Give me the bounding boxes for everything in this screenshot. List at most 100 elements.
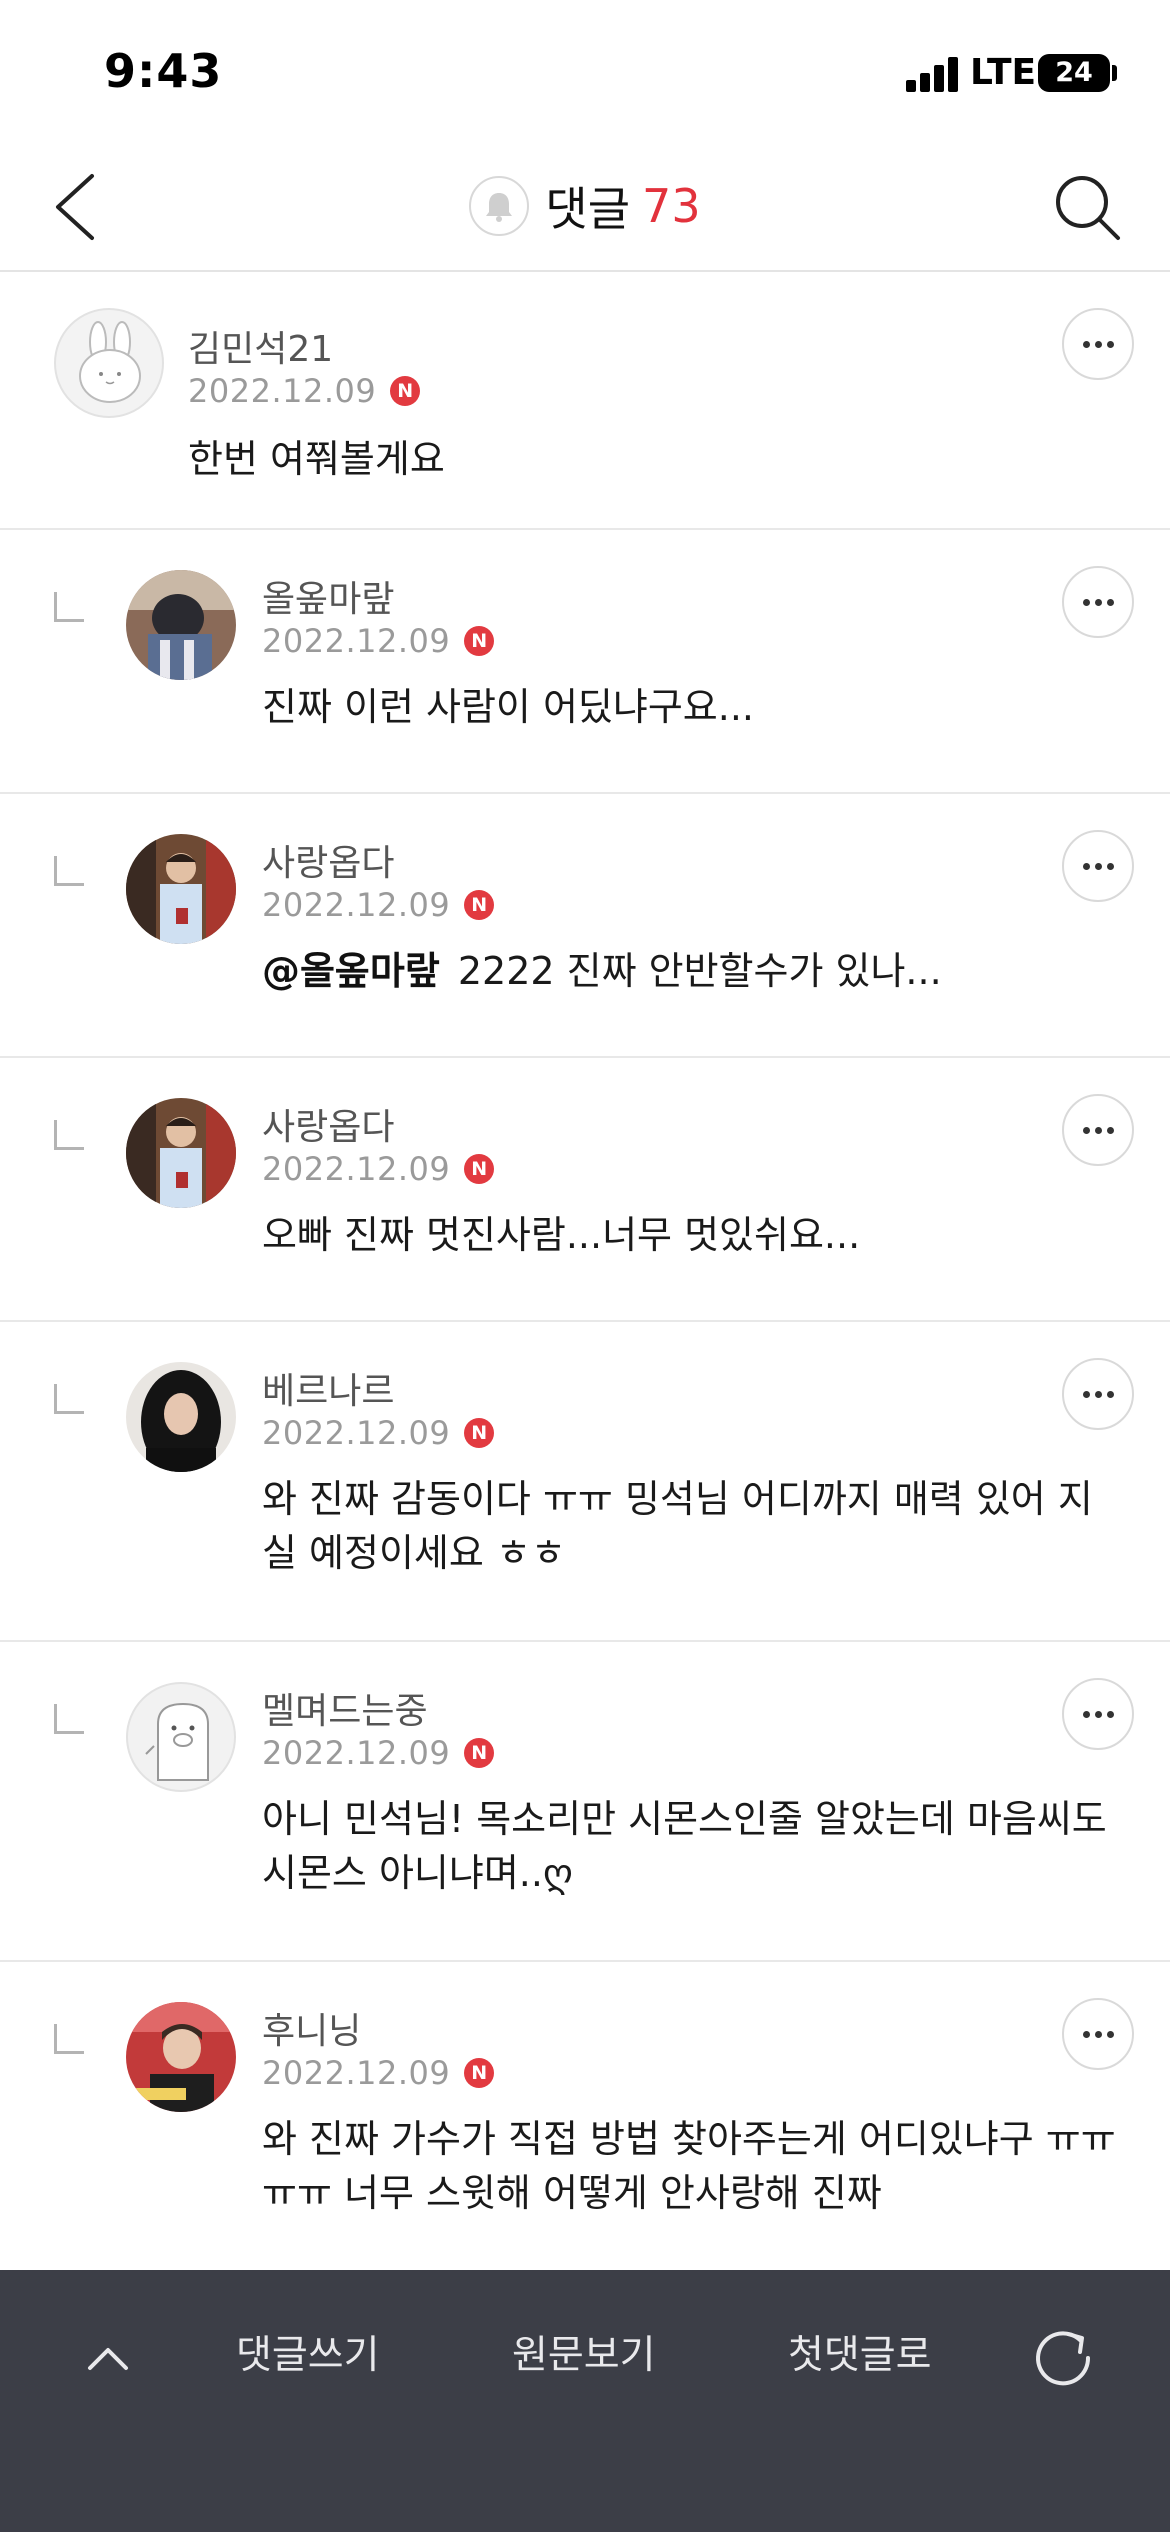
more-icon <box>1082 598 1090 606</box>
avatar <box>54 308 164 418</box>
comment-text-body: 2222 진짜 안반할수가 있나... <box>457 949 942 993</box>
more-icon <box>1082 1710 1090 1718</box>
header-title-group: 댓글 73 <box>0 140 1170 272</box>
view-original-button[interactable]: 원문보기 <box>512 2324 656 2380</box>
comment-item: 베르나르 2022.12.09 N 와 진짜 감동이다 ㅠㅠ 밍석님 어디까지 … <box>0 1322 1170 1642</box>
comment-text: 한번 여쭤볼게요 <box>188 437 445 481</box>
more-options-button[interactable] <box>1062 1358 1134 1430</box>
comment-date: 2022.12.09 <box>188 372 377 410</box>
new-badge: N <box>464 1154 495 1184</box>
more-icon <box>1082 1126 1090 1134</box>
avatar <box>126 1682 236 1792</box>
date-row: 2022.12.09 N <box>262 1734 495 1772</box>
more-options-button[interactable] <box>1062 1678 1134 1750</box>
avatar <box>126 1362 236 1472</box>
battery-icon: 24 <box>1038 54 1110 92</box>
bunny-avatar-icon <box>79 321 141 403</box>
new-badge: N <box>464 626 495 656</box>
date-row: 2022.12.09 N <box>262 2054 495 2092</box>
date-row: 2022.12.09 N <box>262 1150 495 1188</box>
author-name[interactable]: 베르나르 <box>262 1362 394 1414</box>
avatar <box>126 2002 236 2112</box>
photo-avatar-icon <box>126 834 236 944</box>
date-row: 2022.12.09 N <box>262 1414 495 1452</box>
search-icon <box>1056 176 1120 240</box>
author-name[interactable]: 후니닝 <box>262 2002 361 2054</box>
comment-item: 김민석21 2022.12.09 N 한번 여쭤볼게요 <box>0 272 1170 530</box>
comment-text: 와 진짜 감동이다 ㅠㅠ 밍석님 어디까지 매력 있어 지실 예정이세요 ㅎㅎ <box>262 1477 1093 1575</box>
more-options-button[interactable] <box>1062 1094 1134 1166</box>
photo-avatar-icon <box>126 1362 236 1472</box>
more-icon <box>1082 2030 1090 2038</box>
first-comment-button[interactable]: 첫댓글로 <box>788 2324 932 2380</box>
avatar <box>126 834 236 944</box>
photo-avatar-icon <box>126 1098 236 1208</box>
header: 댓글 73 <box>0 140 1170 272</box>
date-row: 2022.12.09 N <box>262 886 495 924</box>
more-options-button[interactable] <box>1062 308 1134 380</box>
author-name[interactable]: 사랑옵다 <box>262 834 394 886</box>
comment-date: 2022.12.09 <box>262 886 451 924</box>
comment-date: 2022.12.09 <box>262 1150 451 1188</box>
home-indicator <box>378 2226 794 2239</box>
signal-icon <box>906 56 960 92</box>
status-time: 9:43 <box>104 44 223 98</box>
comment-item: 멜며드는중 2022.12.09 N 아니 민석님! 목소리만 시몬스인줄 알았… <box>0 1642 1170 1962</box>
page-title: 댓글 <box>545 182 631 236</box>
bottom-toolbar: 댓글쓰기 원문보기 첫댓글로 <box>0 2270 1170 2532</box>
status-bar: 9:43 LTE 24 <box>0 0 1170 140</box>
search-button[interactable] <box>1048 168 1128 248</box>
notification-toggle[interactable] <box>469 176 530 236</box>
date-row: 2022.12.09 N <box>262 622 495 660</box>
comment-item: 사랑옵다 2022.12.09 N 오빠 진짜 멋진사람...너무 멋있쉬요..… <box>0 1058 1170 1322</box>
more-options-button[interactable] <box>1062 566 1134 638</box>
pig-avatar-icon <box>145 1702 209 1781</box>
more-options-button[interactable] <box>1062 830 1134 902</box>
author-name[interactable]: 올옾마랖 <box>262 570 394 622</box>
comment-list: 김민석21 2022.12.09 N 한번 여쭤볼게요 올옾마랖 2022.12… <box>0 272 1170 2272</box>
write-comment-button[interactable]: 댓글쓰기 <box>236 2324 380 2380</box>
comment-text: 아니 민석님! 목소리만 시몬스인줄 알았는데 마음씨도 시몬스 아니냐며..ღ <box>262 1797 1107 1895</box>
reply-indicator-icon <box>54 1704 84 1734</box>
date-row: 2022.12.09 N <box>188 372 421 410</box>
comment-date: 2022.12.09 <box>262 2054 451 2092</box>
comment-text: 진짜 이런 사람이 어딨냐구요... <box>262 685 754 729</box>
more-icon <box>1082 862 1090 870</box>
new-badge: N <box>390 376 421 406</box>
photo-avatar-icon <box>126 2002 236 2112</box>
refresh-button[interactable] <box>1028 2320 1098 2390</box>
comment-item: 올옾마랖 2022.12.09 N 진짜 이런 사람이 어딨냐구요... <box>0 530 1170 794</box>
comment-date: 2022.12.09 <box>262 1414 451 1452</box>
more-icon <box>1082 340 1090 348</box>
network-label: LTE <box>970 52 1037 93</box>
more-icon <box>1082 1390 1090 1398</box>
battery-cap <box>1112 65 1117 81</box>
comment-item: 사랑옵다 2022.12.09 N @올옾마랖 2222 진짜 안반할수가 있나.… <box>0 794 1170 1058</box>
refresh-icon <box>1036 2331 1091 2386</box>
bell-icon <box>486 193 513 222</box>
comment-date: 2022.12.09 <box>262 622 451 660</box>
author-name[interactable]: 김민석21 <box>188 320 333 372</box>
comment-text: 와 진짜 가수가 직접 방법 찾아주는게 어디있냐구 ㅠㅠㅠㅠ 너무 스윗해 어… <box>262 2117 1116 2215</box>
comment-text: 오빠 진짜 멋진사람...너무 멋있쉬요... <box>262 1213 861 1257</box>
comment-text: @올옾마랖 2222 진짜 안반할수가 있나... <box>262 944 1170 998</box>
new-badge: N <box>464 890 495 920</box>
new-badge: N <box>464 1418 495 1448</box>
new-badge: N <box>464 2058 495 2088</box>
photo-avatar-icon <box>126 570 236 680</box>
reply-indicator-icon <box>54 1384 84 1414</box>
author-name[interactable]: 사랑옵다 <box>262 1098 394 1150</box>
new-badge: N <box>464 1738 495 1768</box>
scroll-top-button[interactable] <box>80 2330 136 2386</box>
reply-indicator-icon <box>54 856 84 886</box>
mention-link[interactable]: @올옾마랖 <box>262 949 440 993</box>
reply-indicator-icon <box>54 2024 84 2054</box>
reply-indicator-icon <box>54 592 84 622</box>
comment-count: 73 <box>642 179 701 233</box>
more-options-button[interactable] <box>1062 1998 1134 2070</box>
comment-date: 2022.12.09 <box>262 1734 451 1772</box>
avatar <box>126 1098 236 1208</box>
chevron-up-icon <box>88 2348 128 2370</box>
author-name[interactable]: 멜며드는중 <box>262 1682 428 1734</box>
reply-indicator-icon <box>54 1120 84 1150</box>
